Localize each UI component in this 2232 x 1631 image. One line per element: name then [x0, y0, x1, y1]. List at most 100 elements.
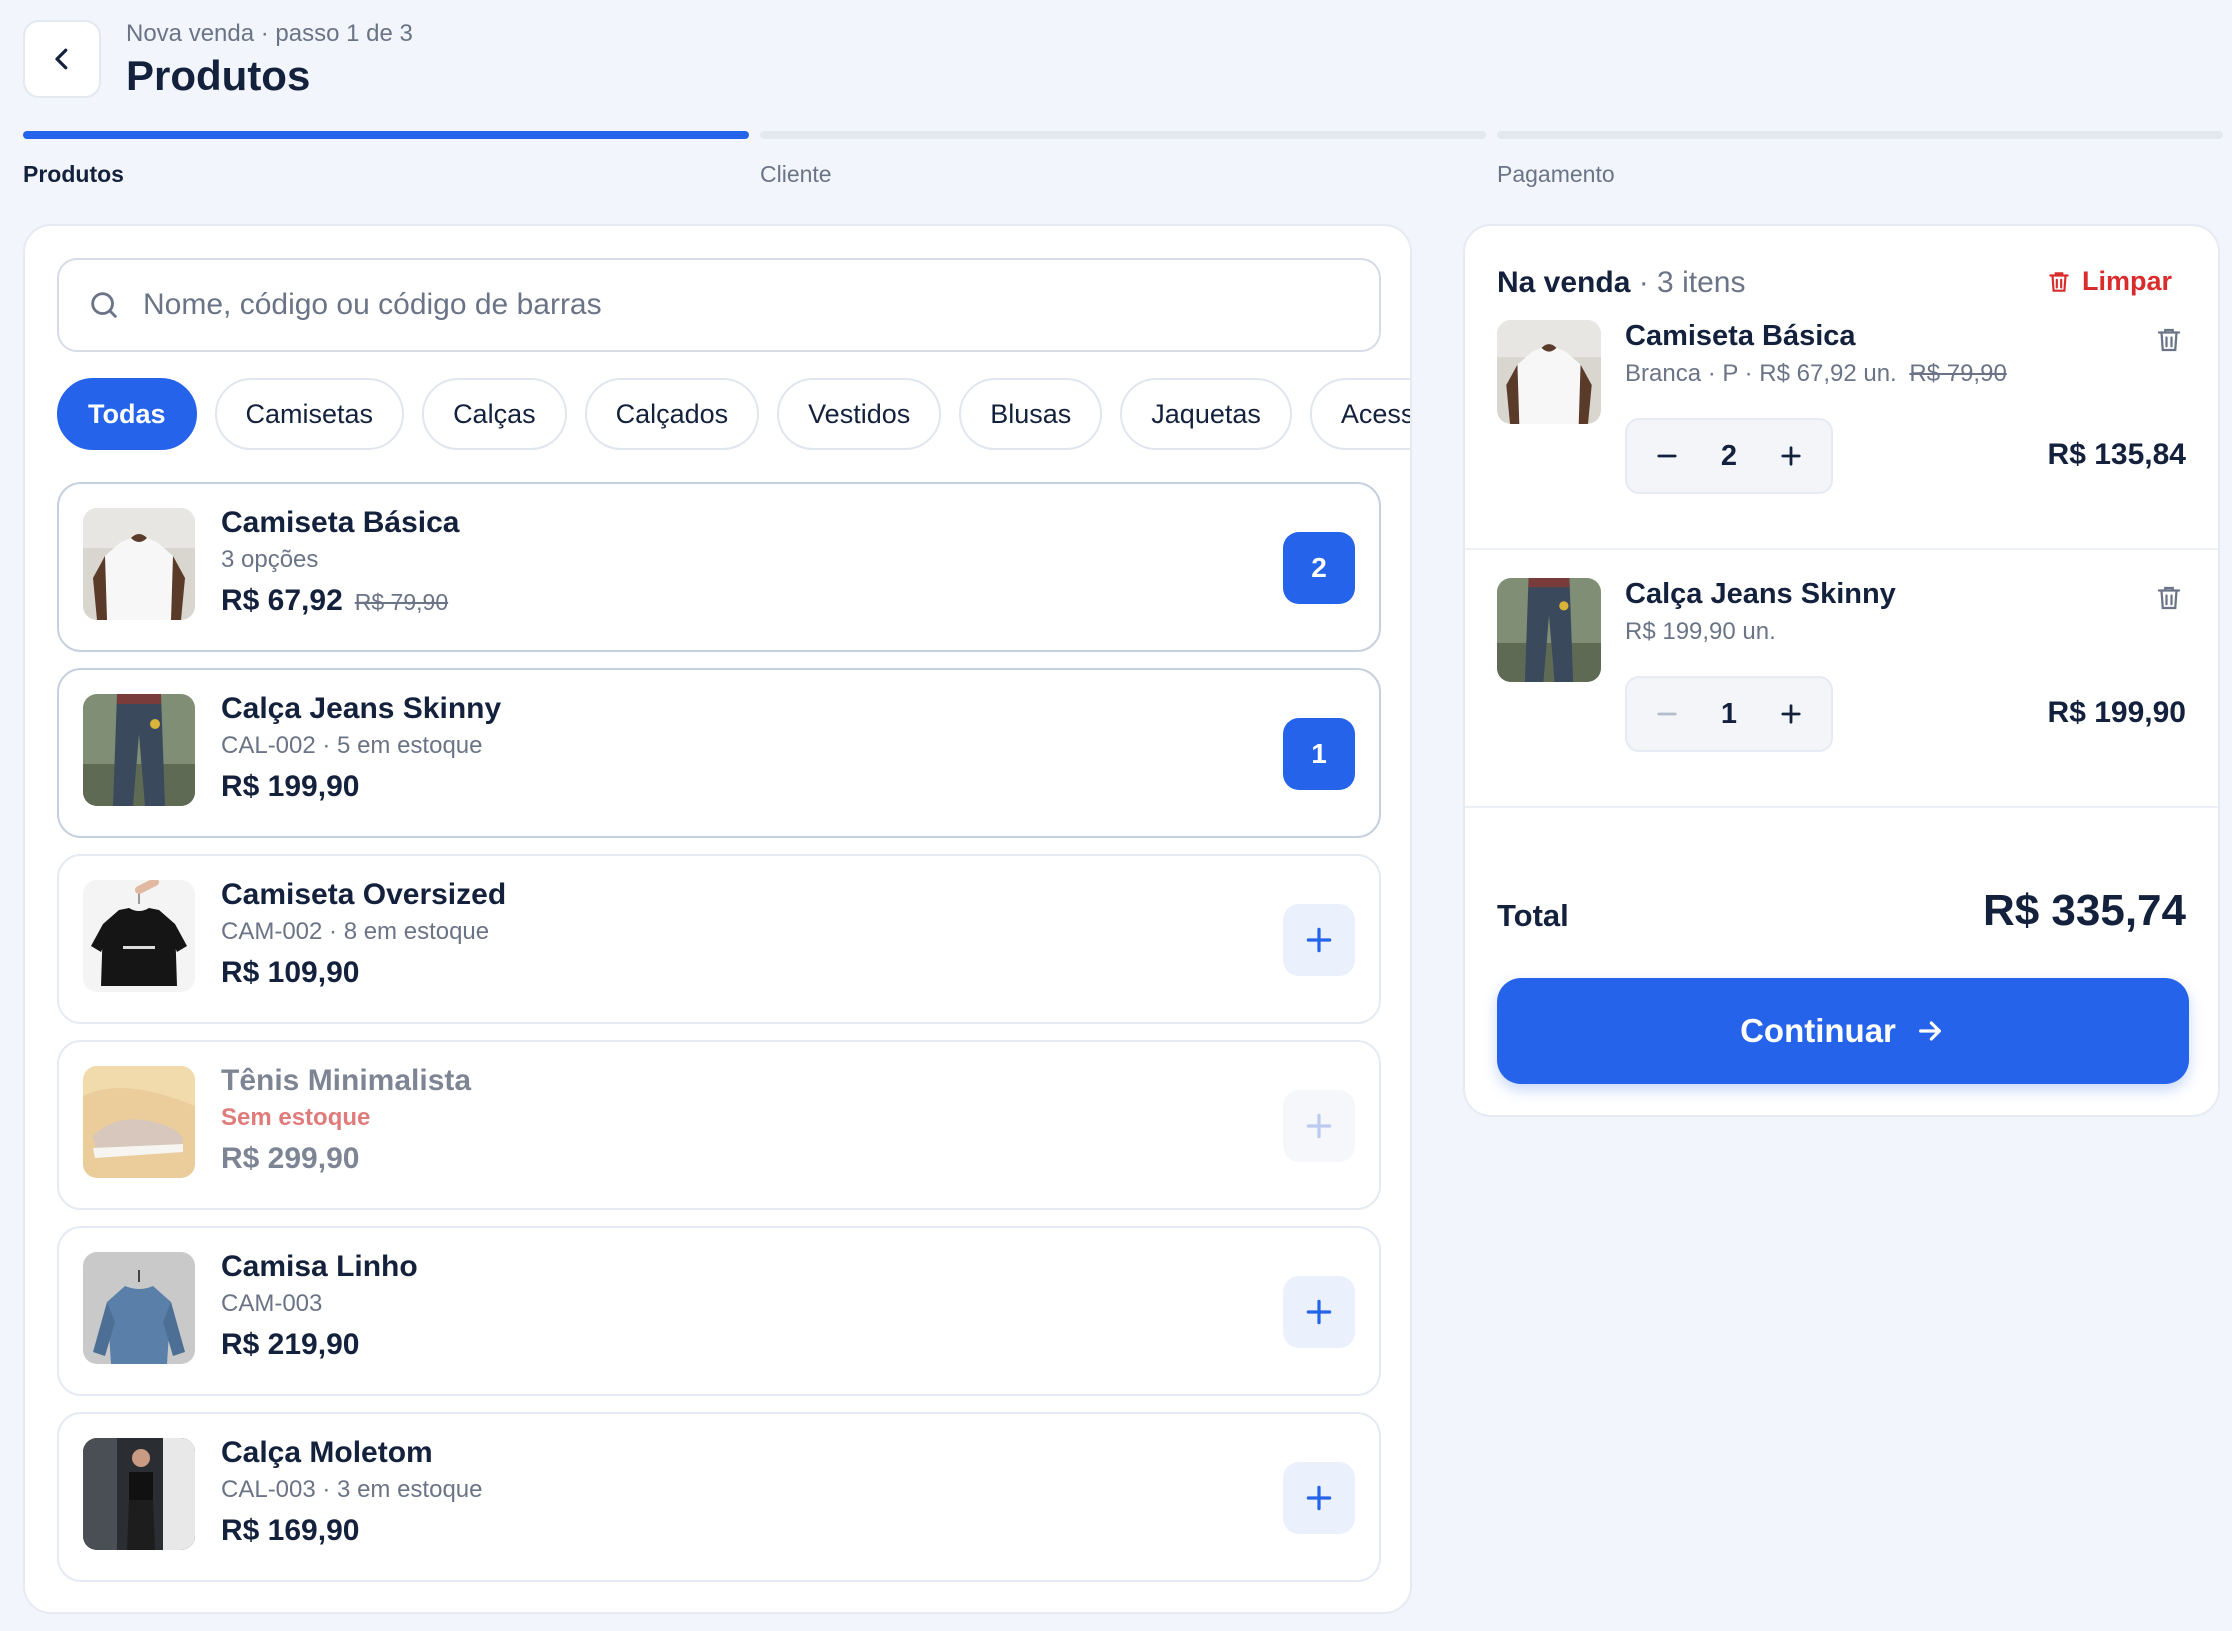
product-meta: CAL-003 · 3 em estoque — [221, 1476, 483, 1503]
cart-item-name: Calça Jeans Skinny — [1625, 578, 1896, 610]
price-old: R$ 79,90 — [354, 589, 449, 615]
product-meta: 3 opções — [221, 546, 319, 573]
product-name: Camiseta Básica — [221, 506, 460, 539]
quantity-value: 2 — [1720, 439, 1738, 472]
products-panel: Todas Camisetas Calças Calçados Vestidos… — [23, 224, 1412, 1614]
category-chip-camisetas[interactable]: Camisetas — [214, 378, 405, 450]
increment-button[interactable] — [1773, 438, 1809, 474]
cart-item-image — [1497, 320, 1601, 424]
product-qty-badge[interactable]: 2 — [1283, 532, 1355, 604]
add-to-cart-button — [1283, 1090, 1355, 1162]
product-name: Calça Jeans Skinny — [221, 692, 502, 725]
plus-icon — [1306, 927, 1332, 953]
step-pagamento: Pagamento — [1497, 131, 2223, 188]
minus-icon — [1657, 454, 1677, 458]
plus-icon — [1306, 1299, 1332, 1325]
product-price: R$ 67,92 R$ 79,90 — [221, 584, 448, 618]
product-price: R$ 299,90 — [221, 1142, 360, 1175]
product-image-sweatpants — [83, 1438, 195, 1550]
remove-item-button[interactable] — [2154, 582, 2184, 619]
cart-item: Calça Jeans Skinny R$ 199,90 un. 1 R$ 19… — [1465, 550, 2218, 808]
arrow-right-icon — [1918, 1021, 1941, 1041]
step-progress-bar — [23, 131, 749, 139]
category-chip-calcas[interactable]: Calças — [422, 378, 567, 450]
product-card: Tênis Minimalista Sem estoque R$ 299,90 — [57, 1040, 1381, 1210]
cart-item-old-price: R$ 79,90 — [1909, 360, 2007, 387]
product-card[interactable]: Camiseta Básica 3 opções R$ 67,92 R$ 79,9… — [57, 482, 1381, 652]
product-image-jeans — [83, 694, 195, 806]
trash-icon — [2157, 328, 2181, 352]
product-meta: CAL-002 · 5 em estoque — [221, 732, 483, 759]
plus-icon — [1781, 446, 1801, 466]
cart-item-name: Camiseta Básica — [1625, 320, 1856, 352]
step-label: Cliente — [760, 161, 832, 187]
cart-item-image — [1497, 578, 1601, 682]
category-chips: Todas Camisetas Calças Calçados Vestidos… — [57, 378, 1410, 452]
cart-total-value: R$ 335,74 — [1982, 886, 2186, 935]
decrement-button — [1649, 696, 1685, 732]
product-card[interactable]: Camisa Linho CAM-003 R$ 219,90 — [57, 1226, 1381, 1396]
product-list: Camiseta Básica 3 opções R$ 67,92 R$ 79,9… — [57, 482, 1381, 1598]
product-image-black-tshirt — [83, 880, 195, 992]
category-chip-vestidos[interactable]: Vestidos — [777, 378, 942, 450]
cart-item-total: R$ 199,90 — [2047, 696, 2186, 729]
cart-item-details: Branca · P · R$ 67,92 un. — [1625, 360, 1897, 387]
plus-icon — [1306, 1113, 1332, 1139]
product-name: Camisa Linho — [221, 1250, 418, 1283]
product-name: Calça Moletom — [221, 1436, 433, 1469]
add-to-cart-button[interactable] — [1283, 1462, 1355, 1534]
chevron-left-icon — [55, 48, 68, 70]
step-produtos: Produtos — [23, 131, 749, 188]
search-box[interactable] — [57, 258, 1381, 352]
category-chip-todas[interactable]: Todas — [57, 378, 197, 450]
remove-item-button[interactable] — [2154, 324, 2184, 361]
quantity-stepper: 2 — [1625, 418, 1833, 494]
continue-button[interactable]: Continuar — [1497, 978, 2189, 1084]
page-subtitle: Nova venda · passo 1 de 3 — [126, 20, 413, 47]
step-label: Produtos — [23, 161, 124, 187]
add-to-cart-button[interactable] — [1283, 1276, 1355, 1348]
plus-icon — [1306, 1485, 1332, 1511]
product-card[interactable]: Calça Moletom CAL-003 · 3 em estoque R$ … — [57, 1412, 1381, 1582]
cart-item-total: R$ 135,84 — [2047, 438, 2186, 471]
product-price: R$ 199,90 — [221, 770, 360, 803]
product-stock-status: Sem estoque — [221, 1104, 371, 1131]
cart-total-label: Total — [1497, 898, 1569, 933]
add-to-cart-button[interactable] — [1283, 904, 1355, 976]
category-chip-jaquetas[interactable]: Jaquetas — [1120, 378, 1292, 450]
product-price: R$ 219,90 — [221, 1328, 360, 1361]
product-card[interactable]: Calça Jeans Skinny CAL-002 · 5 em estoqu… — [57, 668, 1381, 838]
quantity-stepper: 1 — [1625, 676, 1833, 752]
plus-icon — [1781, 704, 1801, 724]
product-meta: CAM-002 · 8 em estoque — [221, 918, 490, 945]
price-current: R$ 67,92 — [221, 584, 343, 617]
cart-panel: Na venda · 3 itens Limpar Camiseta Básic… — [1463, 224, 2220, 1117]
decrement-button[interactable] — [1649, 438, 1685, 474]
continue-label: Continuar — [1740, 1012, 1896, 1049]
page-title: Produtos — [126, 52, 311, 99]
cart-item: Camiseta Básica Branca · P · R$ 67,92 un… — [1465, 292, 2218, 550]
category-chip-calcados[interactable]: Calçados — [584, 378, 760, 450]
category-chip-blusas[interactable]: Blusas — [959, 378, 1103, 450]
product-name: Camiseta Oversized — [221, 878, 507, 911]
product-meta: CAM-003 — [221, 1290, 323, 1317]
product-qty-badge[interactable]: 1 — [1283, 718, 1355, 790]
search-icon — [91, 292, 117, 318]
product-price: R$ 169,90 — [221, 1514, 360, 1547]
cart-item-details: R$ 199,90 un. — [1625, 618, 1776, 645]
product-name: Tênis Minimalista — [221, 1064, 472, 1097]
category-chip-acessorios[interactable]: Acessórios — [1309, 378, 1410, 450]
step-progress-bar — [760, 131, 1486, 139]
quantity-value: 1 — [1720, 697, 1738, 730]
product-image-denim-shirt — [83, 1252, 195, 1364]
step-label: Pagamento — [1497, 161, 1615, 187]
search-input[interactable] — [143, 288, 1379, 322]
back-button[interactable] — [23, 20, 101, 98]
product-card[interactable]: Camiseta Oversized CAM-002 · 8 em estoqu… — [57, 854, 1381, 1024]
product-image-sneaker — [83, 1066, 195, 1178]
increment-button[interactable] — [1773, 696, 1809, 732]
step-cliente: Cliente — [760, 131, 1486, 188]
step-progress-bar — [1497, 131, 2223, 139]
product-image-white-tshirt — [83, 508, 195, 620]
minus-icon — [1657, 712, 1677, 716]
